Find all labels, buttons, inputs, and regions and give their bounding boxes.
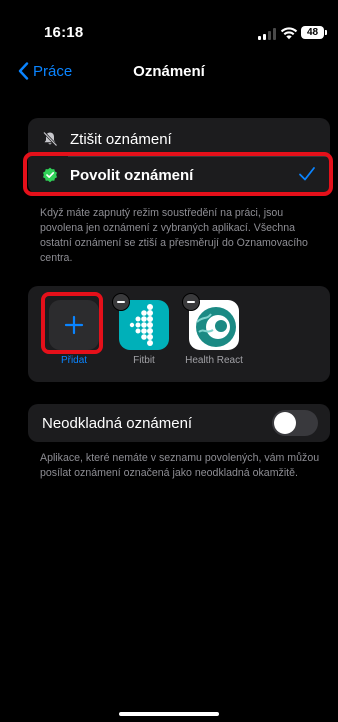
add-app-button[interactable]: Přidat (44, 300, 104, 366)
toggle-knob (274, 412, 296, 434)
shield-check-icon (43, 167, 57, 183)
status-time: 16:18 (44, 24, 84, 41)
health-react-app-icon (182, 293, 239, 350)
app-label: Přidat (60, 355, 88, 366)
allowed-apps-group: Přidat Fitbit Health React (28, 286, 330, 382)
focus-notifications-screen: 16:18 48 Práce Oznámení Ztišit oznámení (0, 0, 338, 722)
urgent-description: Aplikace, které nemáte v seznamu povolen… (40, 452, 320, 479)
urgent-toggle[interactable] (272, 410, 318, 436)
app-fitbit: Fitbit (112, 293, 174, 366)
option-label: Povolit oznámení (70, 166, 194, 184)
home-indicator[interactable] (119, 712, 219, 716)
app-label: Fitbit (133, 355, 155, 366)
navigation-bar: Práce Oznámení (0, 60, 338, 86)
option-silence-notifications[interactable]: Ztišit oznámení (28, 120, 330, 158)
bell-slash-icon (43, 131, 58, 147)
remove-health-react-button[interactable] (182, 293, 200, 311)
option-allow-notifications[interactable]: Povolit oznámení (28, 156, 330, 194)
notification-mode-group: Ztišit oznámení Povolit oznámení (28, 118, 330, 194)
checkmark-icon (299, 167, 315, 181)
mode-description: Když máte zapnutý režim soustředění na p… (40, 207, 308, 264)
status-bar: 16:18 48 (0, 24, 338, 46)
urgent-notifications-row: Neodkladná oznámení (28, 404, 330, 442)
app-label: Health React (185, 355, 243, 366)
battery-icon: 48 (301, 26, 327, 39)
page-title: Oznámení (133, 63, 205, 80)
urgent-label: Neodkladná oznámení (42, 414, 193, 432)
fitbit-app-icon (112, 293, 169, 350)
urgent-row: Neodkladná oznámení (28, 404, 330, 442)
add-tile (49, 300, 99, 350)
option-label: Ztišit oznámení (70, 130, 172, 148)
remove-fitbit-button[interactable] (112, 293, 130, 311)
wifi-icon (280, 27, 298, 40)
app-health-react: Health React (181, 293, 247, 366)
plus-icon (64, 315, 84, 335)
cellular-signal-icon (258, 28, 276, 40)
